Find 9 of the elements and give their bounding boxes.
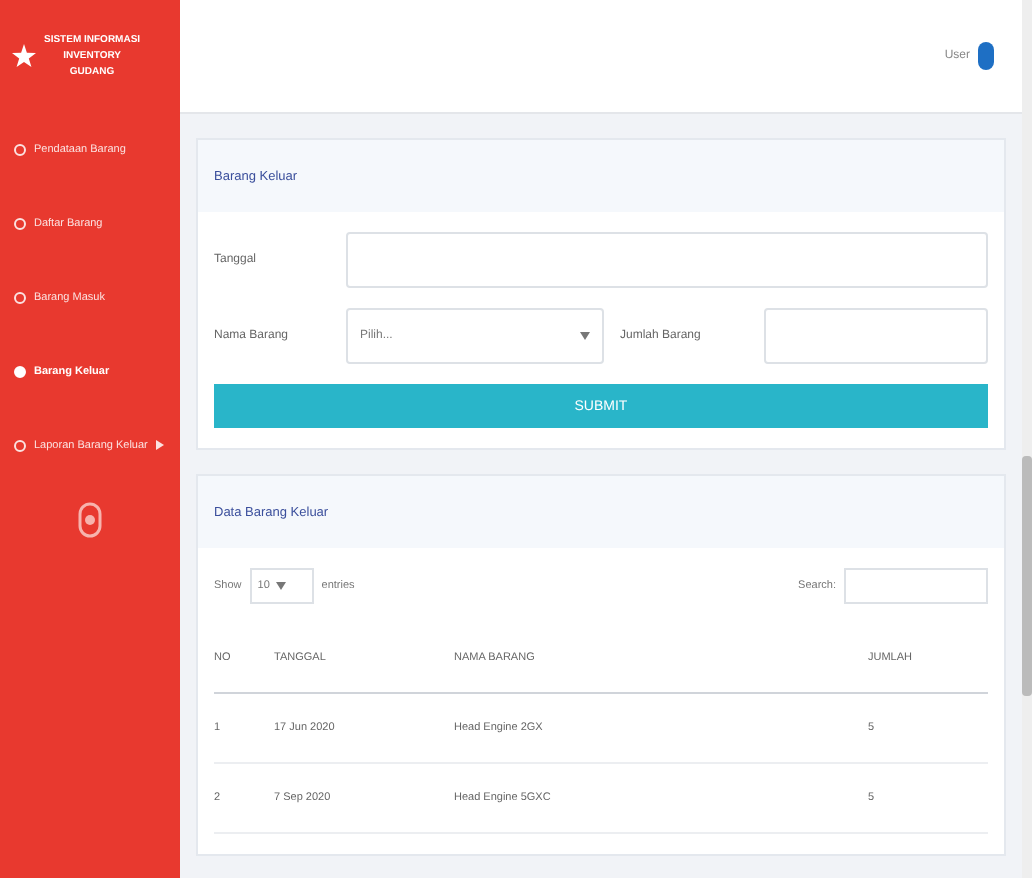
scrollbar[interactable] (1022, 456, 1032, 696)
avatar-icon[interactable] (978, 42, 994, 70)
star-icon (12, 44, 36, 68)
caret-icon (580, 332, 590, 340)
search-field[interactable] (844, 568, 988, 604)
toggle-icon[interactable] (78, 502, 102, 538)
quantity-field[interactable] (764, 308, 988, 364)
date-field[interactable] (346, 232, 988, 288)
caret-icon (275, 582, 286, 590)
